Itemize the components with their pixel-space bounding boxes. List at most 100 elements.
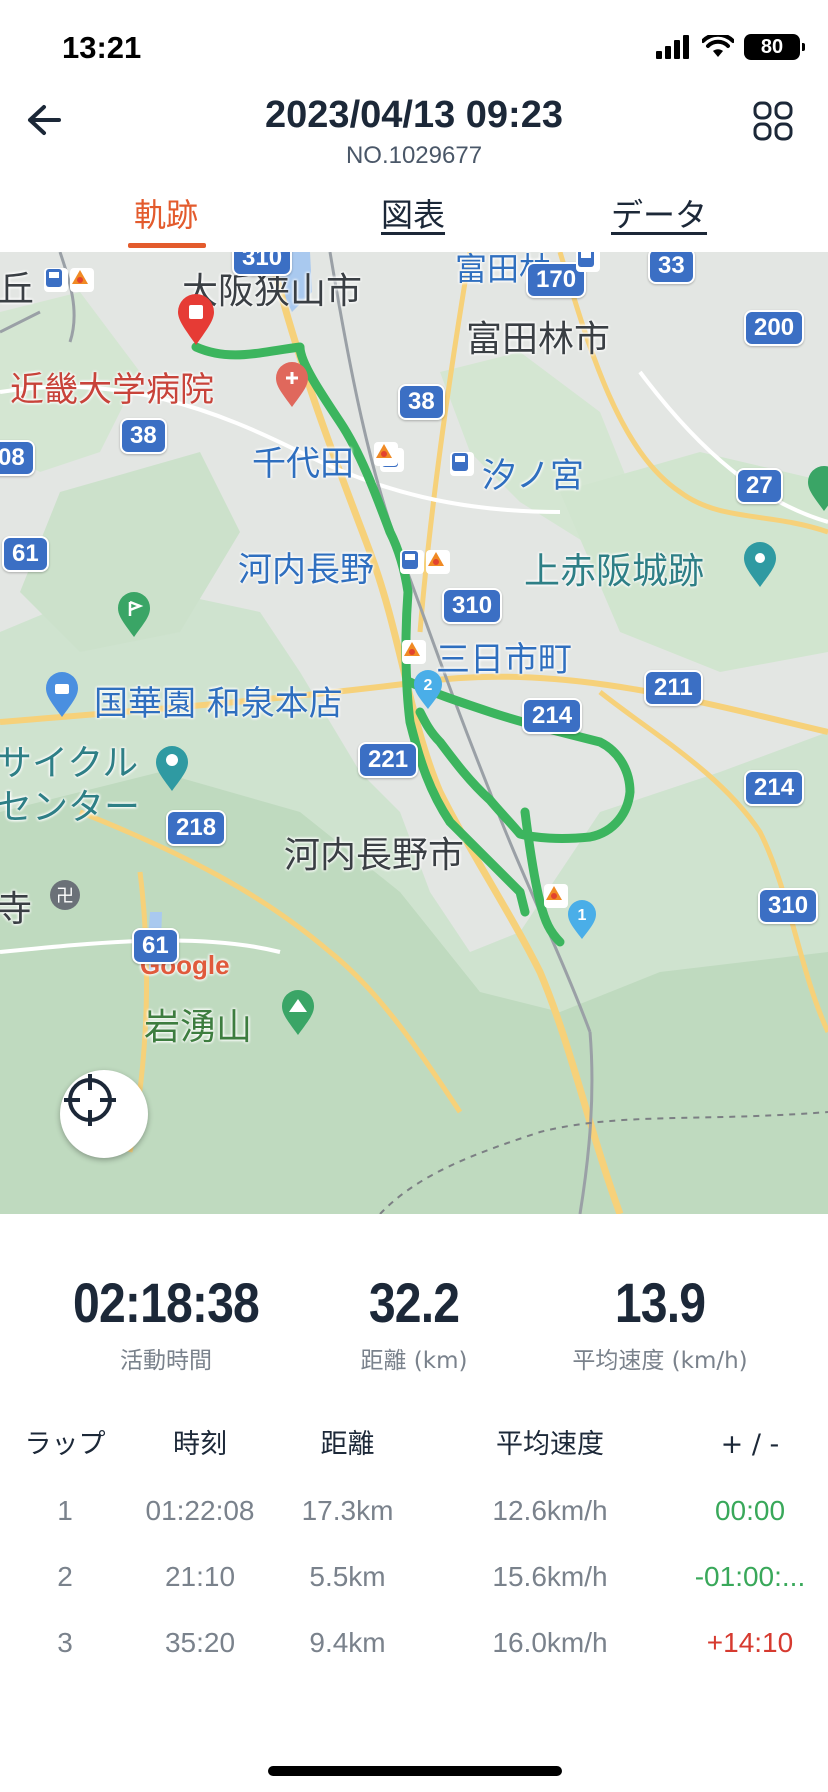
tab-data[interactable]: データ (611, 190, 707, 236)
route-map[interactable]: 大阪狭山市 富田林 富田林市 近畿大学病院 千代田 汐ノ宮 河内長野 上赤阪城跡… (0, 252, 828, 1214)
grid-icon (753, 101, 793, 141)
label-hill: 丘 (0, 269, 35, 310)
lap-distance: 17.3km (301, 1495, 394, 1526)
fuel-station-icon (402, 640, 426, 664)
lap-2-marker-icon: 2 (414, 670, 442, 709)
road-badge: 218 (166, 810, 227, 846)
status-icons: 80 (656, 34, 805, 60)
lap-distance: 9.4km (309, 1627, 386, 1658)
lap-table-header: ラップ 時刻 距離 平均速度 + / - (0, 1412, 828, 1478)
lap-diff: -01:00:... (694, 1561, 806, 1592)
lap-number: 1 (57, 1495, 73, 1526)
column-header: 距離 (320, 1429, 375, 1460)
wifi-icon (702, 35, 734, 57)
tab-indicator (128, 243, 206, 248)
label-temple: 寺 (0, 889, 33, 930)
road-badge: 310 (758, 888, 819, 924)
train-station-icon (576, 252, 600, 272)
lap-table: ラップ 時刻 距離 平均速度 + / - 1 01:22:08 17.3km 1… (0, 1412, 828, 1676)
road-badge: 214 (744, 770, 805, 806)
road-badge: 61 (132, 928, 179, 964)
column-header: ラップ (24, 1429, 106, 1460)
column-header: 時刻 (173, 1429, 227, 1460)
lap-number: 2 (57, 1561, 73, 1592)
table-row: 2 21:10 5.5km 15.6km/h -01:00:... (0, 1544, 828, 1610)
road-badge: 310 (442, 588, 503, 624)
stat-value: 13.9 (614, 1271, 706, 1334)
end-pin-icon (178, 294, 214, 345)
table-row: 3 35:20 9.4km 16.0km/h +14:10 (0, 1610, 828, 1676)
svg-text:卍: 卍 (56, 886, 74, 907)
fuel-station-icon (426, 550, 450, 574)
recenter-button[interactable] (60, 1070, 148, 1158)
status-time: 13:21 (62, 30, 142, 65)
road-badge: 33 (648, 252, 695, 284)
lap-speed: 15.6km/h (492, 1561, 608, 1592)
stat-distance: 32.2 距離 (km) (284, 1270, 544, 1375)
label-kamiakasaka: 上赤阪城跡 (524, 551, 705, 592)
tab-bar: 軌跡 図表 データ (0, 182, 828, 252)
label-kokkaen: 国華園 和泉本店 (94, 684, 343, 724)
table-row: 1 01:22:08 17.3km 12.6km/h 00:00 (0, 1478, 828, 1544)
label-kawachinagano-station: 河内長野 (238, 550, 374, 590)
tab-track[interactable]: 軌跡 (134, 190, 198, 236)
stat-value: 32.2 (368, 1271, 460, 1334)
tab-charts[interactable]: 図表 (381, 190, 445, 236)
hospital-pin-icon (276, 362, 308, 407)
column-header: + / - (720, 1429, 780, 1460)
train-station-icon (44, 268, 68, 292)
battery-icon: 80 (744, 34, 805, 60)
signal-icon (656, 35, 689, 59)
stat-label: 活動時間 (120, 1348, 212, 1374)
road-badge: 08 (0, 440, 35, 476)
stat-activity-time: 02:18:38 活動時間 (36, 1270, 296, 1375)
svg-text:1: 1 (578, 907, 587, 924)
fuel-station-icon (70, 268, 94, 292)
label-mikkaichi: 三日市町 (436, 640, 572, 680)
stat-label: 距離 (km) (360, 1348, 468, 1374)
summary-stats: 02:18:38 活動時間 32.2 距離 (km) 13.9 平均速度 (km… (0, 1270, 828, 1400)
lap-distance: 5.5km (309, 1561, 386, 1592)
lap-time: 35:20 (164, 1627, 236, 1658)
page-title: 2023/04/13 09:23 (265, 94, 563, 136)
road-badge: 38 (120, 418, 167, 454)
column-header: 平均速度 (496, 1429, 604, 1460)
road-badge: 211 (644, 670, 703, 706)
road-badge: 27 (736, 468, 783, 504)
label-tondabayashi-city: 富田林市 (466, 319, 611, 360)
label-chiyoda: 千代田 (252, 444, 354, 484)
lap-time: 01:22:08 (145, 1495, 255, 1526)
label-shionomiya: 汐ノ宮 (482, 456, 584, 496)
label-iwawaki: 岩湧山 (144, 1007, 253, 1048)
stat-value: 02:18:38 (73, 1271, 260, 1334)
label-cycle-center-2: センター (0, 787, 141, 828)
castle-site-pin-icon (744, 542, 776, 587)
home-indicator[interactable] (268, 1766, 562, 1776)
header: 2023/04/13 09:23 NO.1029677 (0, 80, 828, 180)
road-badge: 200 (744, 310, 805, 346)
lap-speed: 12.6km/h (492, 1495, 608, 1526)
svg-text:2: 2 (424, 677, 433, 694)
crosshair-icon (64, 1074, 116, 1126)
road-badge: 221 (358, 742, 419, 778)
fuel-station-icon (374, 442, 398, 466)
lap-number: 3 (57, 1627, 73, 1658)
shopping-pin-icon (46, 672, 78, 717)
lap-1-marker-icon: 1 (568, 900, 596, 939)
road-badge: 310 (232, 252, 293, 276)
road-badge: 38 (398, 384, 445, 420)
mountain-pin-icon (282, 990, 314, 1035)
label-kindai-hospital: 近畿大学病院 (10, 370, 214, 410)
train-station-icon (450, 452, 474, 476)
label-kawachinagano-city: 河内長野市 (284, 835, 465, 876)
fuel-station-icon (544, 884, 568, 908)
menu-button[interactable] (748, 96, 798, 146)
stat-avg-speed: 13.9 平均速度 (km/h) (530, 1270, 790, 1375)
stat-label: 平均速度 (km/h) (572, 1348, 748, 1374)
activity-number: NO.1029677 (345, 142, 483, 169)
lap-diff: 00:00 (714, 1495, 786, 1526)
temple-icon: 卍 (50, 880, 80, 910)
lap-diff: +14:10 (706, 1627, 794, 1658)
golf-pin-icon (808, 466, 828, 511)
park-pin-icon (156, 746, 188, 791)
